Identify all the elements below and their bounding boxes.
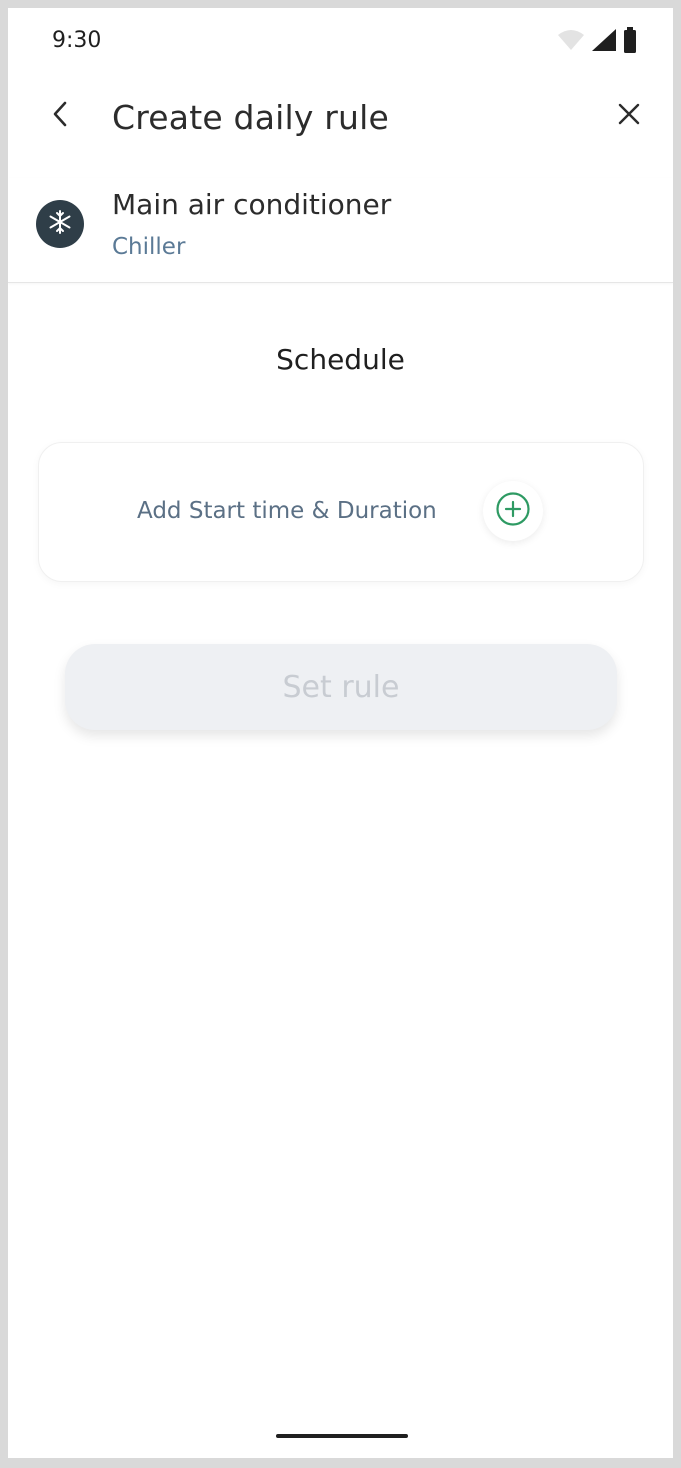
plus-circle-icon [495, 491, 531, 531]
close-icon [617, 102, 641, 130]
status-bar: 9:30 [8, 8, 673, 74]
chevron-left-icon [51, 100, 69, 132]
add-start-time-card[interactable]: Add Start time & Duration [38, 442, 644, 582]
device-name: Main air conditioner [112, 188, 392, 221]
page-title: Create daily rule [112, 98, 390, 137]
battery-icon [623, 27, 637, 57]
app-bar: Create daily rule [8, 84, 673, 154]
close-button[interactable] [607, 94, 651, 138]
status-icons [557, 27, 637, 57]
signal-icon [591, 28, 617, 56]
set-rule-button[interactable]: Set rule [65, 644, 617, 730]
device-header: Main air conditioner Chiller [8, 178, 673, 283]
add-start-time-label: Add Start time & Duration [137, 498, 437, 524]
snowflake-icon [47, 209, 73, 239]
back-button[interactable] [38, 94, 82, 138]
device-type: Chiller [112, 234, 186, 260]
device-avatar [36, 200, 84, 248]
schedule-title: Schedule [276, 343, 405, 376]
phone-screen: 9:30 Create daily rule Main air conditio… [8, 8, 673, 1458]
status-time: 9:30 [52, 28, 102, 53]
home-indicator[interactable] [276, 1434, 408, 1438]
add-start-time-button[interactable] [483, 481, 543, 541]
wifi-icon [557, 29, 585, 55]
